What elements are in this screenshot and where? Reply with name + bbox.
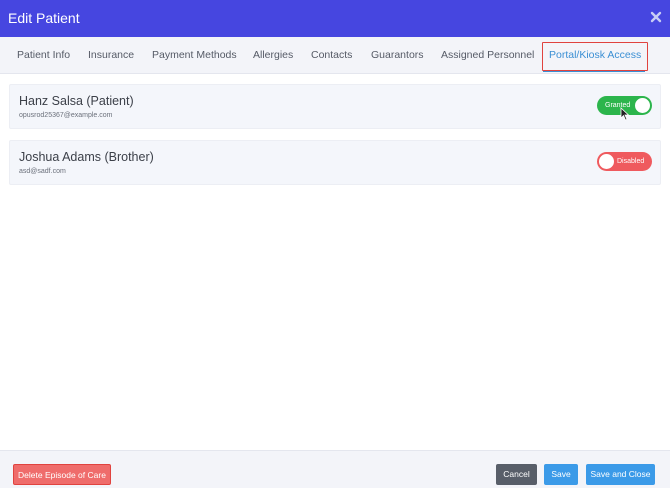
toggle-knob [635, 98, 650, 113]
access-toggle[interactable]: Granted [597, 96, 652, 115]
delete-episode-button[interactable]: Delete Episode of Care [13, 464, 111, 485]
modal-title: Edit Patient [8, 10, 80, 26]
toggle-label: Disabled [617, 158, 645, 165]
close-icon [650, 11, 662, 23]
cancel-button[interactable]: Cancel [496, 464, 537, 485]
tab-bar: Patient Info Insurance Payment Methods A… [0, 37, 670, 74]
edit-patient-modal: Edit Patient Patient Info Insurance Paym… [0, 0, 670, 488]
person-email: asd@sadf.com [19, 168, 66, 175]
tab-allergies[interactable]: Allergies [253, 37, 293, 73]
tab-portal-kiosk-access[interactable]: Portal/Kiosk Access [549, 37, 641, 73]
tab-insurance[interactable]: Insurance [88, 37, 134, 73]
save-and-close-button[interactable]: Save and Close [586, 464, 655, 485]
save-button[interactable]: Save [544, 464, 578, 485]
person-row: Hanz Salsa (Patient) opusrod25367@exampl… [9, 84, 661, 129]
person-email: opusrod25367@example.com [19, 112, 113, 119]
tab-patient-info[interactable]: Patient Info [17, 37, 70, 73]
tab-payment-methods[interactable]: Payment Methods [152, 37, 237, 73]
modal-header: Edit Patient [0, 0, 670, 37]
tab-assigned-personnel[interactable]: Assigned Personnel [441, 37, 534, 73]
toggle-knob [599, 154, 614, 169]
person-name: Hanz Salsa (Patient) [19, 94, 134, 108]
close-button[interactable] [649, 10, 663, 24]
toggle-label: Granted [605, 102, 631, 109]
access-toggle[interactable]: Disabled [597, 152, 652, 171]
person-name: Joshua Adams (Brother) [19, 150, 154, 164]
portal-access-list: Hanz Salsa (Patient) opusrod25367@exampl… [0, 74, 670, 450]
tab-contacts[interactable]: Contacts [311, 37, 352, 73]
person-row: Joshua Adams (Brother) asd@sadf.com Disa… [9, 140, 661, 185]
tab-guarantors[interactable]: Guarantors [371, 37, 424, 73]
modal-footer: Delete Episode of Care Cancel Save Save … [0, 450, 670, 488]
active-tab-indicator [543, 70, 645, 72]
